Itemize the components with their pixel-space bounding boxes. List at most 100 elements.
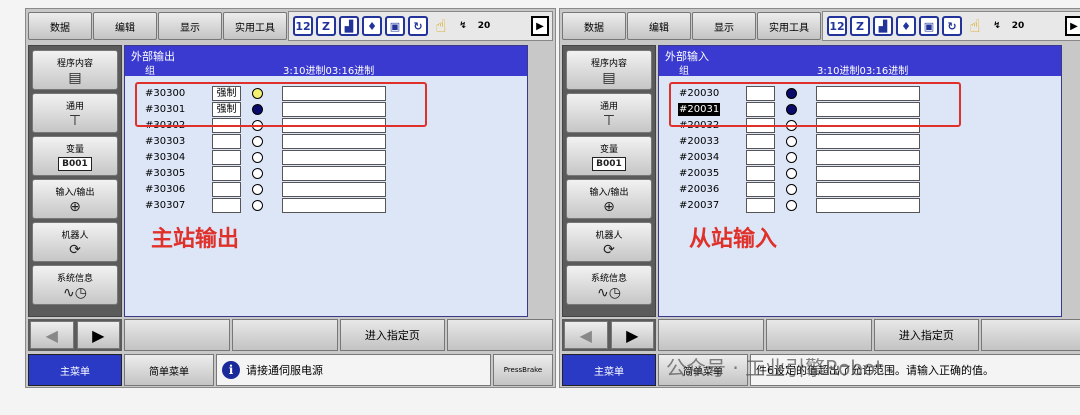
menu-button-2[interactable]: 显示: [692, 12, 756, 40]
highlight-box: [135, 82, 427, 127]
sidebar-item-4[interactable]: 机器人 ⟳: [566, 222, 652, 262]
play-icon[interactable]: ▶: [1065, 16, 1080, 36]
value-field[interactable]: [816, 134, 920, 149]
force-field[interactable]: [212, 134, 241, 149]
signal-row[interactable]: #30307: [125, 198, 527, 214]
menu-button-0[interactable]: 数据: [28, 12, 92, 40]
sidebar-item-label: 变量: [65, 144, 84, 155]
function-key-2[interactable]: [765, 319, 872, 351]
job-icon: ▣: [919, 16, 939, 36]
signal-row[interactable]: #20033: [659, 134, 1061, 150]
next-page-icon[interactable]: ▶: [610, 321, 654, 349]
function-key-4[interactable]: [981, 319, 1080, 351]
value-field[interactable]: [282, 198, 386, 213]
force-field[interactable]: [212, 198, 241, 213]
value-field[interactable]: [816, 150, 920, 165]
signal-row[interactable]: #30305: [125, 166, 527, 182]
signal-row[interactable]: #20035: [659, 166, 1061, 182]
force-field[interactable]: [212, 150, 241, 165]
robot-icon: ⟳: [69, 241, 81, 258]
panel-title-bar: 外部输入组 3:10进制03:16进制: [659, 46, 1061, 77]
sidebar-item-2[interactable]: 变量 B001: [32, 136, 118, 176]
force-field[interactable]: [746, 150, 775, 165]
signal-number: #30306: [145, 184, 186, 195]
force-field[interactable]: [746, 198, 775, 213]
system-info-icon: ∿◷: [63, 284, 87, 301]
function-key-2[interactable]: [231, 319, 338, 351]
value-field[interactable]: [816, 166, 920, 181]
sidebar-item-label: 通用: [65, 101, 84, 112]
signal-row[interactable]: #20036: [659, 182, 1061, 198]
message-text: 请接通伺服电源: [246, 364, 323, 377]
sidebar-item-0[interactable]: 程序内容 ▤: [566, 50, 652, 90]
value-field[interactable]: [282, 150, 386, 165]
sidebar-item-3[interactable]: 输入/输出 ⊕: [566, 179, 652, 219]
coordinate-icon: Z: [316, 16, 336, 36]
variable-box-icon: B001: [58, 156, 92, 171]
signal-row[interactable]: #30306: [125, 182, 527, 198]
menu-button-0[interactable]: 数据: [562, 12, 626, 40]
sidebar-menu: 程序内容 ▤ 通用 ⊤ 变量 B001 输入/输出 ⊕ 机器人 ⟳ 系统信息 ∿◷: [562, 45, 656, 317]
step-icon: ↯: [993, 21, 1001, 31]
menu-button-1[interactable]: 编辑: [93, 12, 157, 40]
previous-page-icon[interactable]: ◀: [564, 321, 608, 349]
group-header: 组: [679, 66, 689, 77]
previous-page-icon[interactable]: ◀: [30, 321, 74, 349]
sidebar-item-2[interactable]: 变量 B001: [566, 136, 652, 176]
value-field[interactable]: [282, 166, 386, 181]
group-header: 组: [145, 66, 155, 77]
next-page-icon[interactable]: ▶: [76, 321, 120, 349]
function-key-1[interactable]: [124, 319, 230, 351]
menu-button-1[interactable]: 编辑: [627, 12, 691, 40]
function-key-4[interactable]: [447, 319, 553, 351]
signal-row[interactable]: #30303: [125, 134, 527, 150]
value-field[interactable]: [282, 134, 386, 149]
teach-pendant-screen-left: 数据 编辑 显示 实用工具 12 Z ▟ ♦ ▣ ↻ ☝ ↯ 20 ▶ 程序内容 ▤ 通用 ⊤ 变量 B001 输入/输…: [25, 8, 556, 388]
sidebar-item-1[interactable]: 通用 ⊤: [32, 93, 118, 133]
value-field[interactable]: [816, 198, 920, 213]
menu-button-3[interactable]: 实用工具: [223, 12, 287, 40]
force-field[interactable]: [212, 166, 241, 181]
sidebar-item-label: 机器人: [595, 230, 623, 241]
sidebar-item-3[interactable]: 输入/输出 ⊕: [32, 179, 118, 219]
sidebar-item-0[interactable]: 程序内容 ▤: [32, 50, 118, 90]
sidebar-item-label: 系统信息: [590, 273, 627, 284]
simple-menu-button[interactable]: 简单菜单: [124, 354, 214, 386]
tool-number-icon: 12: [293, 16, 313, 36]
top-menu-bar: 数据 编辑 显示 实用工具 12 Z ▟ ♦ ▣ ↻ ☝ ↯ 20 ▶: [28, 11, 553, 41]
sidebar-item-label: 系统信息: [56, 273, 93, 284]
force-field[interactable]: [746, 134, 775, 149]
menu-button-3[interactable]: 实用工具: [757, 12, 821, 40]
signal-row[interactable]: #20034: [659, 150, 1061, 166]
function-key-1[interactable]: [658, 319, 764, 351]
io-monitor-panel: 外部输入组 3:10进制03:16进制 #20030 #20031 #20032 #200…: [658, 45, 1062, 317]
main-menu-button[interactable]: 主菜单: [28, 354, 122, 386]
sidebar-item-label: 通用: [599, 101, 618, 112]
force-field[interactable]: [212, 182, 241, 197]
signal-row[interactable]: #30304: [125, 150, 527, 166]
goto-page-button[interactable]: 进入指定页: [873, 319, 980, 351]
value-field[interactable]: [816, 182, 920, 197]
force-field[interactable]: [746, 182, 775, 197]
cycle-icon: ↻: [408, 16, 428, 36]
main-menu-button[interactable]: 主菜单: [562, 354, 656, 386]
sidebar-item-5[interactable]: 系统信息 ∿◷: [566, 265, 652, 305]
menu-button-2[interactable]: 显示: [158, 12, 222, 40]
sidebar-item-1[interactable]: 通用 ⊤: [566, 93, 652, 133]
signal-row[interactable]: #20037: [659, 198, 1061, 214]
signal-number: #20034: [679, 152, 720, 163]
io-icon: ⊕: [69, 198, 81, 215]
sidebar-item-5[interactable]: 系统信息 ∿◷: [32, 265, 118, 305]
sidebar-menu: 程序内容 ▤ 通用 ⊤ 变量 B001 输入/输出 ⊕ 机器人 ⟳ 系统信息 ∿◷: [28, 45, 122, 317]
play-icon[interactable]: ▶: [531, 16, 549, 36]
signal-state-led: [786, 184, 797, 195]
force-field[interactable]: [746, 166, 775, 181]
document-icon: ▤: [68, 69, 82, 86]
signal-number: #20037: [679, 200, 720, 211]
status-number-text: 20: [477, 21, 491, 31]
press-brake-button[interactable]: PressBrake: [493, 354, 553, 386]
goto-page-button[interactable]: 进入指定页: [339, 319, 446, 351]
sidebar-item-4[interactable]: 机器人 ⟳: [32, 222, 118, 262]
signal-number: #20035: [679, 168, 720, 179]
value-field[interactable]: [282, 182, 386, 197]
